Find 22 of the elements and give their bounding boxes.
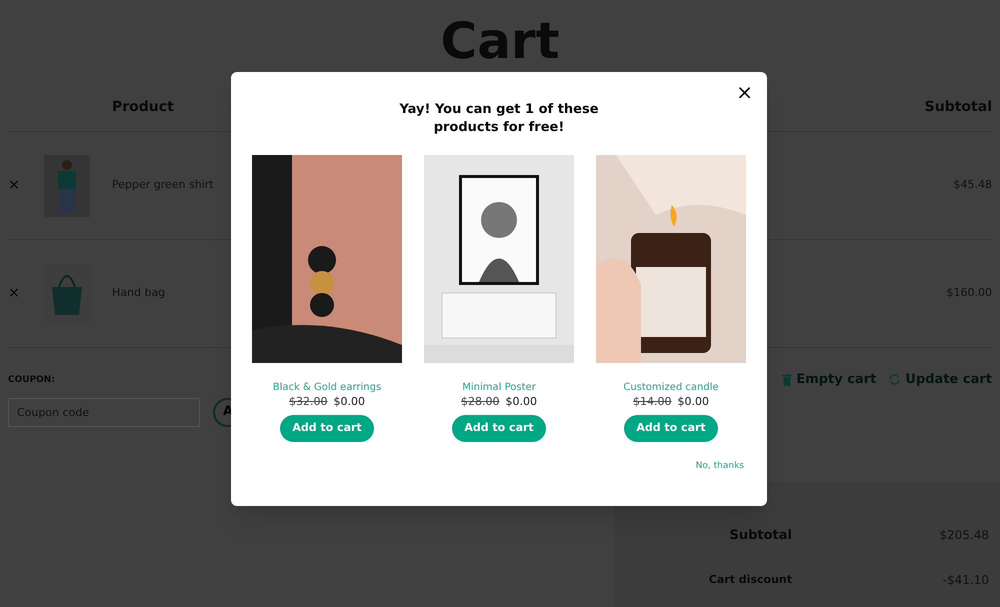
old-price: $14.00 <box>633 395 672 409</box>
add-to-cart-button[interactable]: Add to cart <box>624 415 718 442</box>
remove-button[interactable]: × <box>8 283 20 304</box>
shirt-photo <box>44 154 90 216</box>
product-link[interactable]: Customized candle <box>623 380 719 395</box>
empty-cart-button[interactable]: Empty cart <box>782 370 876 390</box>
modal-title: Yay! You can get 1 of these products for free! <box>398 101 600 137</box>
trash-icon <box>782 374 792 386</box>
refresh-icon <box>888 373 902 386</box>
old-price: $28.00 <box>461 395 500 409</box>
price: $0.00 <box>678 395 709 409</box>
old-price: $32.00 <box>289 395 328 409</box>
product-link[interactable]: Black & Gold earrings <box>272 380 382 395</box>
update-cart-button[interactable]: Update cart <box>888 370 992 390</box>
remove-button[interactable]: × <box>8 175 20 196</box>
product-link[interactable]: Minimal Poster <box>462 380 536 395</box>
no-thanks-link[interactable]: No, thanks <box>696 460 744 474</box>
price: $0.00 <box>506 395 537 409</box>
price: $0.00 <box>334 395 365 409</box>
close-button[interactable]: × <box>734 82 755 102</box>
add-to-cart-button[interactable]: Add to cart <box>280 415 374 442</box>
add-to-cart-button[interactable]: Add to cart <box>452 415 546 442</box>
